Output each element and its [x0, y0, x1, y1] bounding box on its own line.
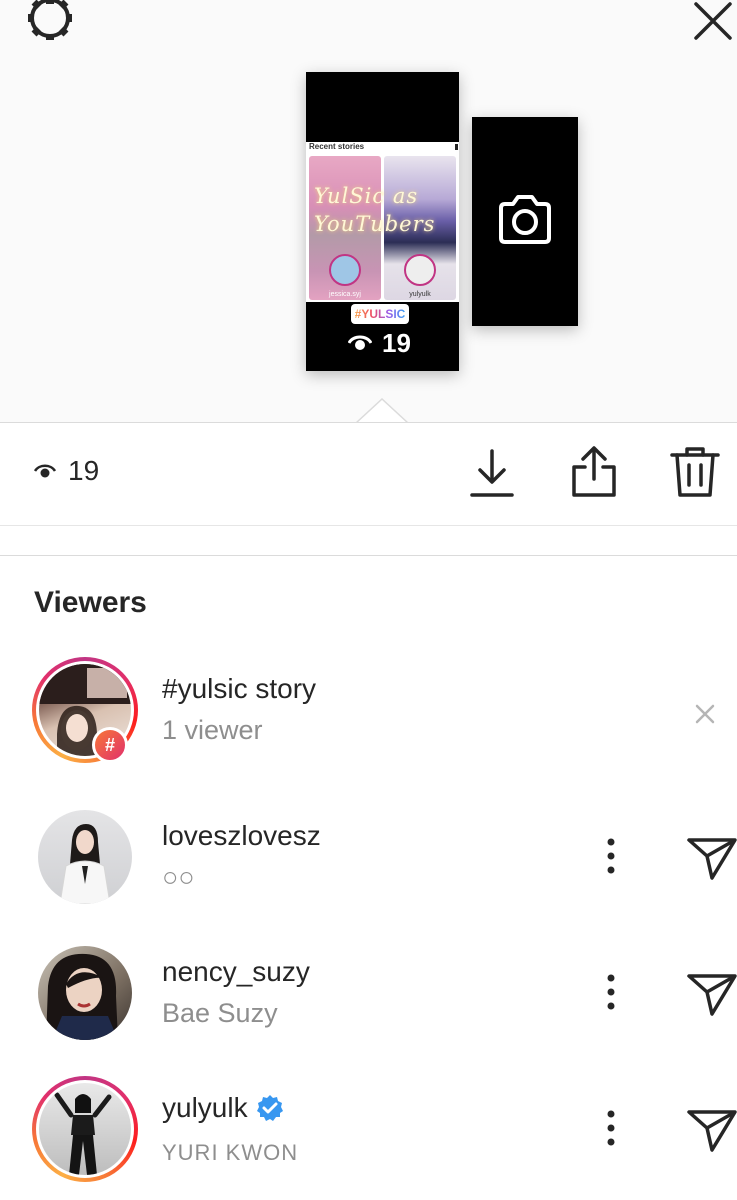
viewer-name: yulyulk	[162, 1092, 284, 1124]
hashtag-badge: #	[92, 727, 128, 763]
view-count-number: 19	[68, 455, 100, 486]
recent-stories-label: Recent stories	[309, 142, 365, 151]
divider	[0, 555, 737, 556]
story-action-bar: 19	[0, 423, 737, 525]
viewer-name: loveszlovesz	[162, 820, 321, 852]
viewer-name-text: yulyulk	[162, 1092, 248, 1123]
thumb-caption: yulyulk	[409, 291, 431, 298]
hashtag-sticker-text: #YULSIC	[354, 307, 406, 321]
avatar	[38, 810, 132, 904]
viewer-name: #yulsic story	[162, 673, 316, 705]
selected-story-pointer	[356, 398, 408, 424]
add-story-card[interactable]	[472, 117, 578, 326]
avatar	[38, 946, 132, 1040]
viewer-row-loveszlovesz[interactable]: loveszlovesz ○○	[0, 810, 737, 930]
hashtag-sticker: #YULSIC	[351, 304, 409, 324]
avatar-photo	[46, 953, 118, 1040]
more-icon[interactable]	[602, 836, 620, 876]
eye-icon	[348, 335, 372, 350]
viewer-row-nency-suzy[interactable]: nency_suzy Bae Suzy	[0, 946, 737, 1066]
more-icon[interactable]	[602, 972, 620, 1012]
viewers-heading: Viewers	[34, 586, 147, 619]
dismiss-icon[interactable]	[694, 703, 716, 725]
story-thumbnail[interactable]: Recent stories jessica.syj yulyulk YulSi…	[306, 72, 459, 371]
eye-icon	[34, 464, 56, 478]
send-icon[interactable]	[686, 1106, 737, 1154]
download-icon[interactable]	[468, 447, 516, 499]
thumb-avatar	[329, 254, 361, 286]
story-card-views: 19	[348, 328, 411, 358]
share-icon[interactable]	[570, 445, 618, 499]
story-card-view-count: 19	[382, 327, 411, 358]
viewer-name-text: #yulsic story	[162, 673, 317, 704]
viewer-name-text: nency_suzy	[162, 956, 310, 987]
camera-icon	[499, 195, 551, 244]
viewer-name-text: loveszlovesz	[162, 820, 321, 851]
viewer-row-yulyulk[interactable]: yulyulk YURI KWON	[0, 1076, 737, 1200]
viewer-subtitle: Bae Suzy	[162, 998, 278, 1028]
viewer-name: nency_suzy	[162, 956, 310, 988]
avatar-photo	[59, 824, 111, 904]
verified-icon	[256, 1095, 283, 1121]
section-gap	[0, 526, 737, 555]
viewer-subtitle: YURI KWON	[162, 1140, 299, 1165]
story-overlay-text: YulSic as YouTubers	[314, 184, 436, 236]
story-preview-area: Recent stories jessica.syj yulyulk YulSi…	[0, 0, 737, 424]
close-icon[interactable]	[690, 0, 734, 44]
viewer-subtitle: 1 viewer	[162, 715, 263, 745]
thumb-caption: jessica.syj	[329, 291, 361, 298]
view-count[interactable]: 19	[34, 455, 99, 487]
more-icon[interactable]	[602, 1108, 620, 1148]
settings-icon[interactable]	[22, 0, 78, 44]
story-screenshot-content: Recent stories jessica.syj yulyulk YulSi…	[306, 142, 459, 302]
avatar-photo	[54, 1092, 112, 1175]
trash-icon[interactable]	[670, 445, 720, 499]
screenshot-indicator	[455, 144, 458, 150]
viewer-subtitle: ○○	[162, 862, 195, 892]
viewer-row-hashtag[interactable]: # #yulsic story 1 viewer	[0, 657, 737, 783]
avatar	[32, 1076, 138, 1182]
thumb-avatar	[404, 254, 436, 286]
send-icon[interactable]	[686, 834, 737, 882]
send-icon[interactable]	[686, 970, 737, 1018]
